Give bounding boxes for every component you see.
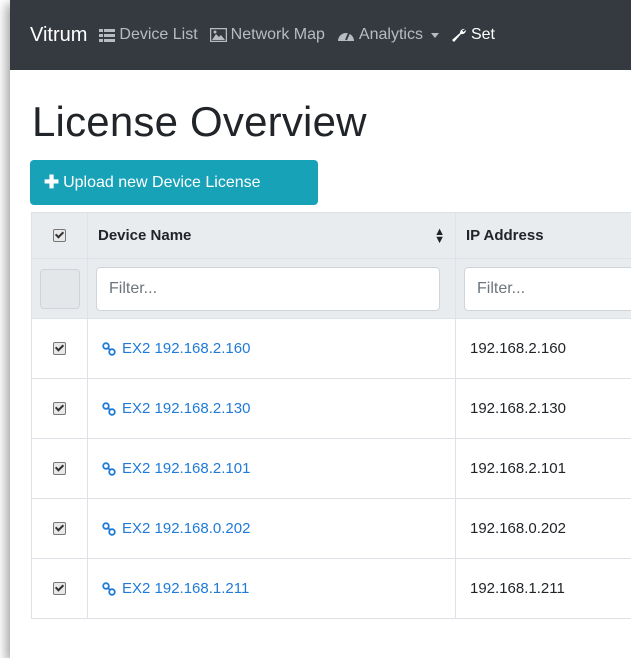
ip-address-filter-input[interactable]	[464, 266, 631, 311]
device-link[interactable]: EX2 192.168.1.211	[88, 580, 455, 597]
row-checkbox[interactable]	[53, 462, 66, 475]
device-name-filter-input[interactable]	[96, 266, 440, 311]
ip-address: 192.168.0.202	[470, 520, 566, 537]
column-ip-address-label: IP Address	[466, 227, 544, 244]
chevron-down-icon	[430, 32, 439, 38]
list-icon	[99, 28, 116, 42]
device-link[interactable]: EX2 192.168.2.130	[88, 400, 455, 417]
filter-select-box[interactable]	[39, 268, 80, 309]
row-checkbox[interactable]	[53, 342, 66, 355]
sort-icon[interactable]: ▲ ▼	[434, 226, 445, 245]
nav-analytics-label: Analytics	[358, 26, 423, 43]
table-row: EX2 192.168.2.130 192.168.2.130	[31, 378, 631, 439]
column-ip-address[interactable]: IP Address	[455, 212, 631, 259]
license-table: Device Name ▲▼ IP Address EX2 192.16	[31, 212, 631, 619]
link-icon	[102, 581, 116, 596]
nav-device-list-label: Device List	[119, 26, 198, 43]
device-link[interactable]: EX2 192.168.2.160	[88, 340, 455, 357]
device-link[interactable]: EX2 192.168.0.202	[88, 520, 455, 537]
device-name: EX2 192.168.1.211	[122, 580, 250, 597]
device-name: EX2 192.168.2.160	[122, 340, 251, 357]
select-all-checkbox[interactable]	[53, 229, 66, 242]
nav-settings[interactable]: Set	[451, 26, 495, 44]
dashboard-icon	[337, 32, 354, 41]
column-device-name-label: Device Name	[98, 227, 192, 244]
column-device-name[interactable]: Device Name ▲ ▼	[87, 212, 456, 259]
wrench-icon	[451, 28, 466, 42]
link-icon	[102, 341, 116, 356]
ip-address: 192.168.2.160	[470, 340, 566, 357]
table-row: EX2 192.168.1.211 192.168.1.211	[31, 558, 631, 619]
link-icon	[102, 461, 116, 476]
nav-device-list[interactable]: Device List	[99, 26, 198, 44]
device-name: EX2 192.168.2.101	[122, 460, 251, 477]
brand[interactable]: Vitrum	[30, 24, 87, 47]
navbar: Vitrum Device List Network Map Analytics	[10, 0, 631, 70]
table-row: EX2 192.168.0.202 192.168.0.202	[31, 498, 631, 559]
table-row: EX2 192.168.2.160 192.168.2.160	[31, 318, 631, 379]
table-row: EX2 192.168.2.101 192.168.2.101	[31, 438, 631, 499]
nav-analytics[interactable]: Analytics	[337, 26, 439, 44]
link-icon	[102, 521, 116, 536]
nav-network-map-label: Network Map	[230, 26, 325, 43]
table-header-row: Device Name ▲ ▼ IP Address	[31, 212, 631, 259]
device-link[interactable]: EX2 192.168.2.101	[88, 460, 455, 477]
row-checkbox[interactable]	[53, 402, 66, 415]
page-title: License Overview	[32, 98, 367, 145]
device-name: EX2 192.168.0.202	[122, 520, 251, 537]
device-name: EX2 192.168.2.130	[122, 400, 251, 417]
nav-network-map[interactable]: Network Map	[209, 26, 325, 44]
row-checkbox[interactable]	[53, 522, 66, 535]
upload-license-button[interactable]: ✚ Upload new Device License	[30, 160, 318, 205]
ip-address: 192.168.2.101	[470, 460, 566, 477]
upload-license-label: Upload new Device License	[63, 173, 261, 191]
row-checkbox[interactable]	[53, 582, 66, 595]
select-all-cell	[31, 212, 88, 259]
link-icon	[102, 401, 116, 416]
image-icon	[209, 28, 227, 42]
ip-address: 192.168.1.211	[470, 580, 565, 597]
filter-row	[31, 258, 631, 319]
app-window: Vitrum Device List Network Map Analytics	[10, 0, 631, 658]
plus-icon: ✚	[44, 172, 60, 192]
ip-address: 192.168.2.130	[470, 400, 566, 417]
nav-settings-label: Set	[470, 26, 495, 43]
